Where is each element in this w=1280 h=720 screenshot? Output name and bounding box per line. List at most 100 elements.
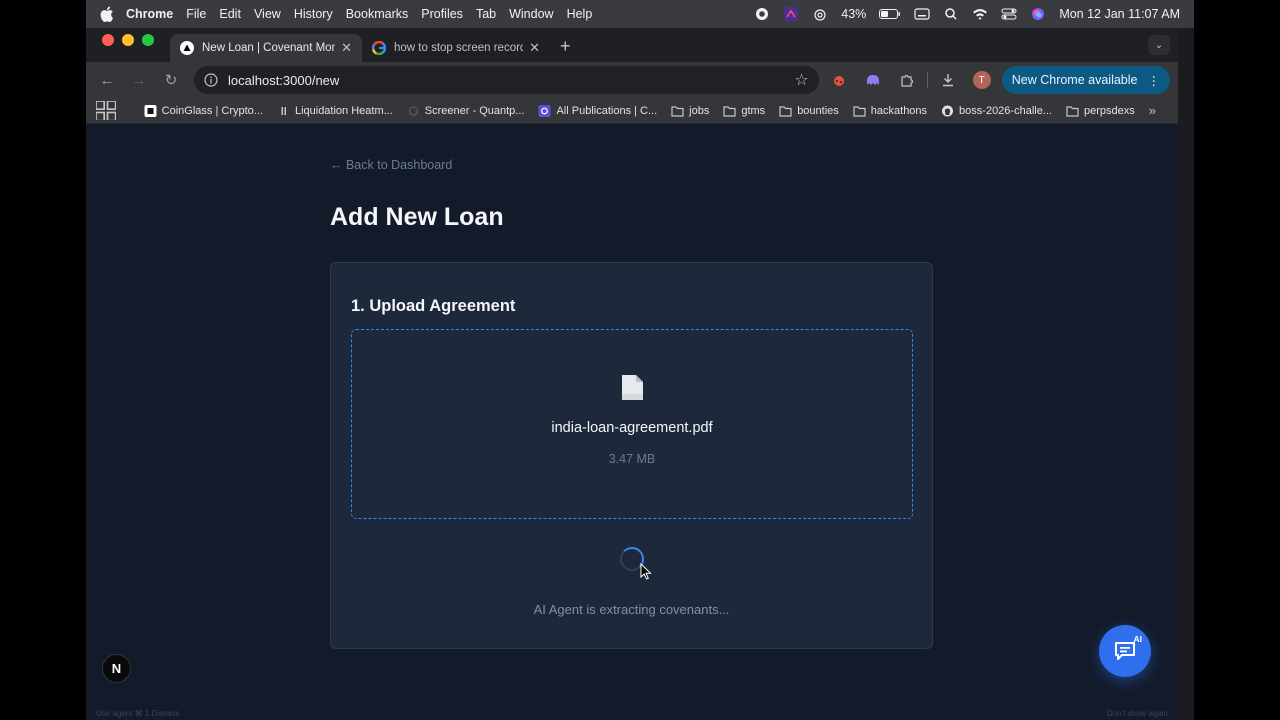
battery-percent: 43% (841, 7, 867, 21)
bookmark-folder-gtms[interactable]: gtms (723, 105, 765, 117)
folder-icon (723, 105, 736, 117)
bookmarks-bar: CoinGlass | Crypto... Liquidation Heatm.… (86, 98, 1178, 124)
menu-window[interactable]: Window (509, 7, 553, 21)
uploaded-file-name: india-loan-agreement.pdf (551, 420, 713, 436)
keyboard-icon[interactable] (914, 7, 930, 21)
site-info-icon[interactable] (204, 73, 218, 87)
extension-ladybug-icon[interactable] (828, 69, 850, 91)
profile-initial: T (972, 71, 991, 89)
toolbar-divider (926, 72, 928, 88)
control-center-icon[interactable] (1001, 7, 1017, 21)
bookmark-star-icon[interactable]: ☆ (794, 70, 808, 90)
bookmark-folder-bounties[interactable]: bounties (779, 105, 839, 117)
menu-view[interactable]: View (254, 7, 281, 21)
bookmark-boss-2026[interactable]: boss-2026-challe... (941, 105, 1052, 117)
folder-icon (779, 105, 792, 117)
bookmarks-overflow-icon[interactable]: » (1149, 103, 1168, 118)
folder-icon (671, 105, 684, 117)
bookmark-folder-hackathons[interactable]: hackathons (853, 105, 927, 117)
dont-show-again-link[interactable]: Don't show again (1107, 709, 1168, 718)
downloads-icon[interactable] (937, 69, 959, 91)
new-tab-button[interactable]: + (560, 34, 571, 57)
apps-grid-icon[interactable] (96, 100, 116, 121)
menu-profiles[interactable]: Profiles (421, 7, 463, 21)
tab-strip: New Loan | Covenant Monitor ✕ how to sto… (86, 28, 1178, 62)
macos-menubar: Chrome File Edit View History Bookmarks … (86, 0, 1194, 28)
github-icon (942, 105, 954, 116)
siri-icon[interactable] (1030, 7, 1046, 21)
document-icon (622, 375, 643, 400)
folder-icon (853, 105, 866, 117)
coinglass-icon (144, 104, 157, 117)
menu-help[interactable]: Help (567, 7, 593, 21)
extensions-puzzle-icon[interactable] (896, 69, 918, 91)
bookmark-label: CoinGlass | Crypto... (161, 104, 263, 117)
kebab-menu-icon[interactable]: ⋮ (1148, 73, 1161, 88)
tab-title: New Loan | Covenant Monitor (202, 42, 336, 54)
bookmark-label: gtms (741, 104, 766, 117)
forward-arrow-icon[interactable]: → (126, 67, 152, 93)
app-status-icon[interactable] (783, 7, 799, 21)
tab-search-chevron-icon[interactable]: ⌄ (1148, 35, 1170, 55)
back-arrow-icon[interactable]: ← (94, 67, 120, 93)
screen-record-icon[interactable] (754, 7, 770, 21)
publication-icon (538, 104, 551, 117)
bookmark-screener[interactable]: Screener - Quantp... (407, 104, 525, 117)
bookmark-folder-jobs[interactable]: jobs (671, 105, 709, 117)
bookmark-label: Screener - Quantp... (424, 104, 525, 117)
bookmark-label: Liquidation Heatm... (294, 104, 393, 117)
chat-bubble-icon (1115, 642, 1135, 660)
tab-new-loan[interactable]: New Loan | Covenant Monitor ✕ (170, 34, 362, 62)
tab-title: how to stop screen record in (394, 42, 524, 54)
address-bar[interactable]: localhost:3000/new ☆ (194, 66, 819, 94)
mouse-cursor-icon (640, 563, 652, 580)
close-tab-icon[interactable]: ✕ (529, 40, 540, 56)
menu-tab[interactable]: Tab (476, 7, 496, 21)
new-chrome-available-button[interactable]: New Chrome available ⋮ (1001, 66, 1170, 94)
airdrop-icon[interactable] (812, 7, 828, 21)
update-label: New Chrome available (1011, 73, 1138, 87)
ai-chat-button[interactable]: AI (1099, 625, 1151, 677)
bookmark-coinglass[interactable]: CoinGlass | Crypto... (144, 104, 263, 117)
menubar-clock[interactable]: Mon 12 Jan 11:07 AM (1059, 7, 1180, 21)
wifi-icon[interactable] (972, 7, 988, 21)
close-window-button[interactable] (102, 33, 114, 46)
zoom-window-button[interactable] (142, 33, 154, 46)
agent-hint-text: Use agent ⌘ 1 Dismiss (96, 709, 180, 718)
bookmark-liquidation-heatmap[interactable]: Liquidation Heatm... (277, 105, 393, 117)
bookmark-all-publications[interactable]: All Publications | C... (538, 104, 658, 117)
window-controls (86, 33, 154, 57)
menu-bookmarks[interactable]: Bookmarks (346, 7, 409, 21)
menu-file[interactable]: File (186, 7, 206, 21)
menu-edit[interactable]: Edit (219, 7, 241, 21)
reload-icon[interactable]: ↻ (158, 67, 184, 93)
chrome-window: New Loan | Covenant Monitor ✕ how to sto… (86, 28, 1178, 720)
nextjs-dev-badge[interactable]: N (102, 654, 131, 683)
spotlight-icon[interactable] (943, 7, 959, 21)
file-dropzone[interactable]: india-loan-agreement.pdf 3.47 MB (351, 329, 913, 519)
minimize-window-button[interactable] (122, 33, 134, 46)
menu-history[interactable]: History (294, 7, 333, 21)
extension-ghost-icon[interactable] (862, 69, 884, 91)
google-favicon-icon (372, 41, 386, 55)
background-window-edge (1178, 28, 1194, 720)
heatmap-icon (281, 106, 286, 115)
battery-icon[interactable] (879, 7, 901, 21)
profile-avatar[interactable]: T (971, 69, 993, 91)
menu-app-name[interactable]: Chrome (126, 7, 173, 21)
screener-icon (408, 105, 419, 116)
back-to-dashboard-link[interactable]: ← Back to Dashboard (330, 158, 452, 172)
bookmark-label: hackathons (870, 104, 928, 117)
bookmark-folder-perpsdexs[interactable]: perpsdexs (1066, 105, 1135, 117)
vercel-favicon-icon (180, 41, 194, 55)
tab-google-search[interactable]: how to stop screen record in ✕ (362, 34, 550, 62)
address-url[interactable]: localhost:3000/new (228, 73, 794, 88)
bookmark-label: All Publications | C... (556, 104, 658, 117)
close-tab-icon[interactable]: ✕ (341, 40, 352, 56)
bookmark-label: jobs (689, 104, 710, 117)
page-title: Add New Loan (330, 203, 504, 231)
apple-icon[interactable] (100, 6, 114, 22)
uploaded-file-size: 3.47 MB (608, 452, 656, 466)
upload-agreement-card: 1. Upload Agreement india-loan-agreement… (330, 262, 933, 649)
ai-label: AI (1133, 634, 1143, 644)
